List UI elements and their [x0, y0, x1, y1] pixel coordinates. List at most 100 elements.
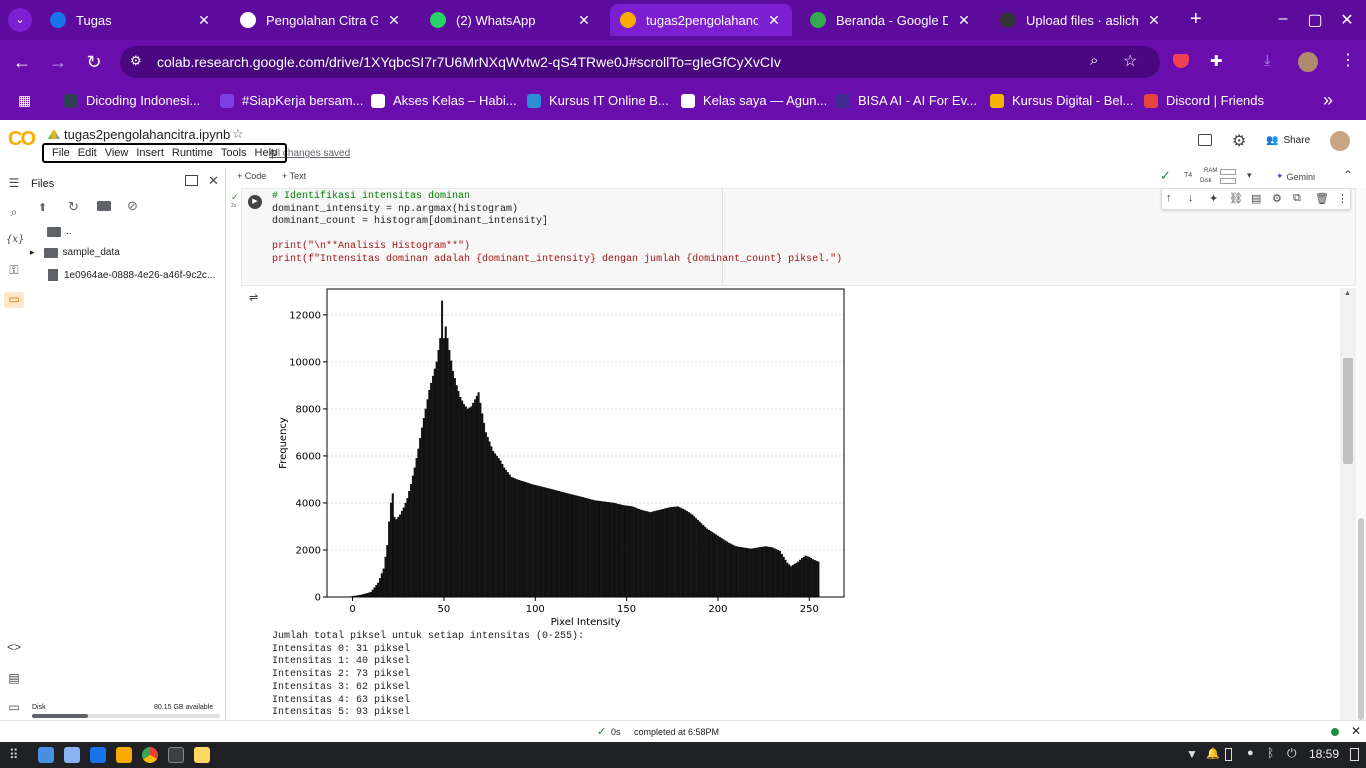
move-down-icon[interactable]: ↓ — [1188, 192, 1194, 204]
profile-avatar[interactable] — [1298, 52, 1318, 72]
command-palette-icon[interactable]: ▤ — [6, 671, 22, 687]
bookmark-item[interactable]: Akses Kelas – Habi... — [371, 93, 517, 108]
runtime-dropdown-icon[interactable]: ▾ — [1247, 170, 1252, 181]
menu-runtime[interactable]: Runtime — [172, 147, 213, 159]
toc-icon[interactable]: ☰ — [6, 176, 22, 192]
folder-app-icon[interactable] — [64, 747, 80, 763]
search-icon[interactable]: ⌕ — [6, 205, 22, 221]
maximize-icon[interactable]: ▢ — [1305, 10, 1325, 30]
file-tree-item[interactable]: 1e0964ae-0888-4e26-a46f-9c2c... — [48, 269, 215, 281]
share-button[interactable]: 👥 Share — [1266, 135, 1310, 146]
bookmark-item[interactable]: Kursus Digital - Bel... — [990, 93, 1133, 108]
tab-close-icon[interactable]: ✕ — [386, 12, 402, 29]
back-icon[interactable]: ← — [10, 52, 34, 73]
tab-close-icon[interactable]: ✕ — [196, 12, 212, 29]
tab-2[interactable]: (2) WhatsApp ✕ — [420, 4, 602, 36]
tab-close-icon[interactable]: ✕ — [766, 12, 782, 29]
cell-settings-icon[interactable]: ⚙ — [1272, 192, 1282, 205]
comment-cell-icon[interactable]: ▤ — [1251, 192, 1261, 205]
menu-edit[interactable]: Edit — [78, 147, 97, 159]
tab-search-button[interactable]: ⌄ — [8, 8, 32, 32]
pocket-icon[interactable] — [1173, 54, 1189, 68]
run-cell-button[interactable]: ▶ — [248, 195, 262, 209]
chrome-app-icon[interactable] — [142, 747, 158, 763]
app-icon-4[interactable] — [116, 747, 132, 763]
site-info-icon[interactable]: ⚙ — [130, 53, 142, 69]
star-icon[interactable]: ☆ — [232, 126, 244, 142]
comment-icon[interactable] — [1198, 134, 1212, 146]
terminal-icon[interactable]: ▭ — [6, 700, 22, 716]
open-in-tab-icon[interactable] — [185, 175, 198, 186]
collapse-toolbar-icon[interactable]: ⌃ — [1343, 168, 1353, 182]
bookmark-item[interactable]: Discord | Friends — [1144, 93, 1264, 108]
mirror-cell-icon[interactable]: ⧉ — [1293, 192, 1301, 205]
scroll-thumb[interactable] — [1343, 358, 1353, 464]
tab-0[interactable]: Tugas ✕ — [40, 4, 222, 36]
menu-file[interactable]: File — [52, 147, 70, 159]
code-snippets-icon[interactable]: <> — [6, 640, 22, 656]
bookmark-item[interactable]: #SiapKerja bersam... — [220, 93, 363, 108]
output-toggle-icon[interactable]: ⇌ — [249, 291, 258, 304]
zoom-icon[interactable]: ⌕ — [1090, 52, 1098, 69]
code-line[interactable]: print(f"Intensitas dominan adalah {domin… — [272, 254, 842, 265]
new-tab-button[interactable]: + — [1190, 8, 1202, 31]
secrets-key-icon[interactable]: ⚿ — [6, 263, 22, 279]
minimize-icon[interactable]: – — [1273, 10, 1293, 28]
more-options-icon[interactable]: ⋮ — [1337, 192, 1348, 205]
delete-cell-icon[interactable]: 🗑 — [1315, 192, 1329, 205]
expand-arrow-icon[interactable]: ▸ — [30, 247, 35, 258]
menu-help[interactable]: Help — [255, 147, 278, 159]
tab-close-icon[interactable]: ✕ — [956, 12, 972, 29]
output-scrollbar[interactable]: ▲ — [1340, 288, 1356, 720]
ram-label[interactable]: RAM — [1204, 168, 1217, 174]
download-icon[interactable]: ⤓ — [1264, 52, 1271, 69]
bookmark-item[interactable]: BISA AI - AI For Ev... — [836, 93, 977, 108]
refresh-icon[interactable]: ↻ — [68, 199, 79, 215]
settings-icon[interactable]: ⚙ — [1232, 131, 1246, 151]
close-panel-icon[interactable]: ✕ — [208, 173, 219, 189]
add-code-button[interactable]: + Code — [237, 171, 266, 181]
add-text-button[interactable]: + Text — [282, 171, 306, 181]
code-line[interactable]: # Identifikasi intensitas dominan — [272, 191, 470, 202]
variables-icon[interactable]: {x} — [6, 234, 24, 250]
menu-tools[interactable]: Tools — [221, 147, 247, 159]
notes-app-icon[interactable] — [194, 747, 210, 763]
notebook-scroll-thumb[interactable] — [1358, 518, 1364, 720]
close-window-icon[interactable]: ✕ — [1337, 10, 1357, 30]
browser-menu-icon[interactable]: ⋮ — [1340, 50, 1356, 70]
notebook-name[interactable]: tugas2pengolahancitra.ipynb — [64, 127, 230, 142]
move-up-icon[interactable]: ↑ — [1166, 192, 1172, 204]
hide-files-icon[interactable]: ⊘ — [127, 198, 138, 214]
tab-1[interactable]: Pengolahan Citra Gra ✕ — [230, 4, 412, 36]
ai-sparkle-icon[interactable]: ✦ — [1209, 192, 1218, 205]
scroll-up-arrow[interactable]: ▲ — [1344, 290, 1351, 297]
app-icon-3[interactable] — [90, 747, 106, 763]
upload-file-icon[interactable]: ⬆ — [38, 201, 47, 214]
bookmark-item[interactable]: Kursus IT Online B... — [527, 93, 669, 108]
code-line[interactable]: dominant_intensity = np.argmax(histogram… — [272, 204, 518, 215]
bookmark-star-icon[interactable]: ☆ — [1123, 51, 1137, 71]
bookmark-item[interactable]: Dicoding Indonesi... — [64, 93, 200, 108]
notebook-scrollbar[interactable] — [1356, 188, 1366, 720]
terminal-app-icon[interactable] — [168, 747, 184, 763]
account-avatar[interactable] — [1330, 131, 1350, 151]
tab-3[interactable]: tugas2pengolahancit ✕ — [610, 4, 792, 36]
tab-close-icon[interactable]: ✕ — [576, 12, 592, 29]
menu-insert[interactable]: Insert — [136, 147, 164, 159]
forward-icon[interactable]: → — [46, 52, 70, 73]
clock[interactable]: 18:59 — [1309, 747, 1339, 761]
bookmark-overflow-button[interactable]: » — [1323, 90, 1333, 111]
code-line[interactable]: dominant_count = histogram[dominant_inte… — [272, 216, 548, 227]
link-icon[interactable]: ⛓ — [1229, 192, 1243, 205]
reload-icon[interactable]: ↻ — [82, 52, 106, 73]
menu-view[interactable]: View — [105, 147, 129, 159]
tab-close-icon[interactable]: ✕ — [1146, 12, 1162, 29]
code-line[interactable]: print("\n**Analisis Histogram**") — [272, 241, 470, 252]
new-folder-icon[interactable] — [97, 201, 111, 211]
bookmark-item[interactable]: Kelas saya — Agun... — [681, 93, 827, 108]
launcher-icon[interactable]: ⠿ — [9, 747, 19, 763]
file-tree-item[interactable]: ▸ sample_data — [30, 247, 120, 258]
gemini-button[interactable]: ✦ Gemini — [1276, 171, 1315, 182]
extensions-icon[interactable]: ✚ — [1210, 52, 1223, 70]
address-bar[interactable]: ⚙ colab.research.google.com/drive/1XYqbc… — [120, 46, 1160, 78]
